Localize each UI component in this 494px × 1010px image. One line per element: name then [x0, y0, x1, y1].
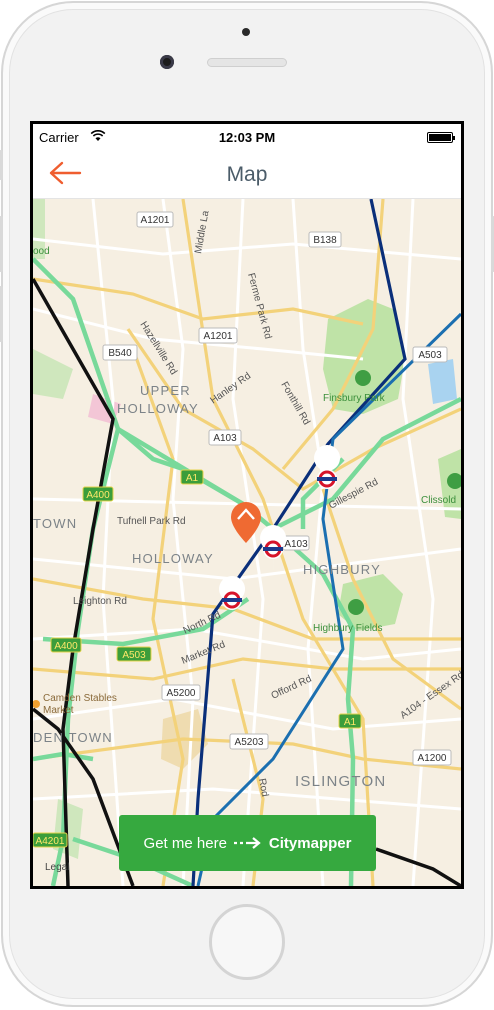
- svg-text:Tufnell Park Rd: Tufnell Park Rd: [117, 516, 186, 527]
- svg-text:HOLLOWAY: HOLLOWAY: [117, 401, 199, 416]
- svg-text:A400: A400: [54, 641, 78, 652]
- nav-bar: Map: [33, 148, 461, 199]
- reservoir-water: [428, 359, 457, 404]
- front-camera: [160, 55, 174, 69]
- svg-text:A103: A103: [284, 539, 308, 550]
- svg-text:Leighton Rd: Leighton Rd: [73, 596, 127, 607]
- svg-text:A1200: A1200: [418, 753, 447, 764]
- svg-text:Finsbury Park: Finsbury Park: [323, 393, 386, 404]
- svg-text:A1: A1: [344, 717, 357, 728]
- svg-text:TOWN: TOWN: [33, 516, 77, 531]
- svg-text:B138: B138: [313, 235, 337, 246]
- volume-down-button: [0, 286, 3, 342]
- svg-text:A4201: A4201: [36, 836, 65, 847]
- svg-text:Camden Stables: Camden Stables: [43, 693, 117, 704]
- battery-icon: [427, 132, 455, 143]
- svg-text:HIGHBURY: HIGHBURY: [303, 562, 381, 577]
- svg-text:Market: Market: [43, 705, 74, 716]
- svg-text:ood: ood: [33, 246, 50, 257]
- svg-text:A503: A503: [418, 350, 442, 361]
- proximity-sensor: [242, 28, 250, 36]
- svg-text:B540: B540: [108, 348, 132, 359]
- legal-link[interactable]: Legal: [45, 862, 69, 873]
- svg-text:A1: A1: [186, 473, 199, 484]
- svg-text:Clissold: Clissold: [421, 495, 456, 506]
- svg-text:HOLLOWAY: HOLLOWAY: [132, 551, 214, 566]
- get-me-here-button[interactable]: Get me here Citymapper: [119, 815, 376, 871]
- volume-up-button: [0, 216, 3, 272]
- home-button[interactable]: [209, 904, 285, 980]
- svg-text:A1201: A1201: [141, 215, 170, 226]
- cta-label: Get me here: [143, 834, 227, 852]
- svg-text:A5203: A5203: [235, 737, 264, 748]
- svg-text:A103: A103: [213, 433, 237, 444]
- mute-switch: [0, 150, 3, 180]
- screen: Carrier 12:03 PM Map A1201 B138 A1201 B5…: [30, 121, 464, 889]
- svg-text:A503: A503: [122, 650, 146, 661]
- map-view[interactable]: A1201 B138 A1201 B540 A103 A503 A1 A400: [33, 199, 461, 886]
- svg-text:UPPER: UPPER: [140, 383, 191, 398]
- svg-text:A400: A400: [86, 490, 110, 501]
- earpiece-speaker: [207, 58, 287, 67]
- status-bar: Carrier 12:03 PM: [33, 124, 461, 148]
- svg-text:DEN TOWN: DEN TOWN: [33, 730, 113, 745]
- svg-text:A1201: A1201: [204, 331, 233, 342]
- dashed-arrow-icon: [233, 837, 261, 849]
- status-time: 12:03 PM: [218, 130, 276, 145]
- svg-text:Highbury Fields: Highbury Fields: [313, 623, 382, 634]
- svg-text:A5200: A5200: [167, 688, 196, 699]
- svg-text:ISLINGTON: ISLINGTON: [295, 773, 386, 790]
- citymapper-brand: Citymapper: [268, 834, 352, 852]
- page-title: Map: [226, 163, 268, 186]
